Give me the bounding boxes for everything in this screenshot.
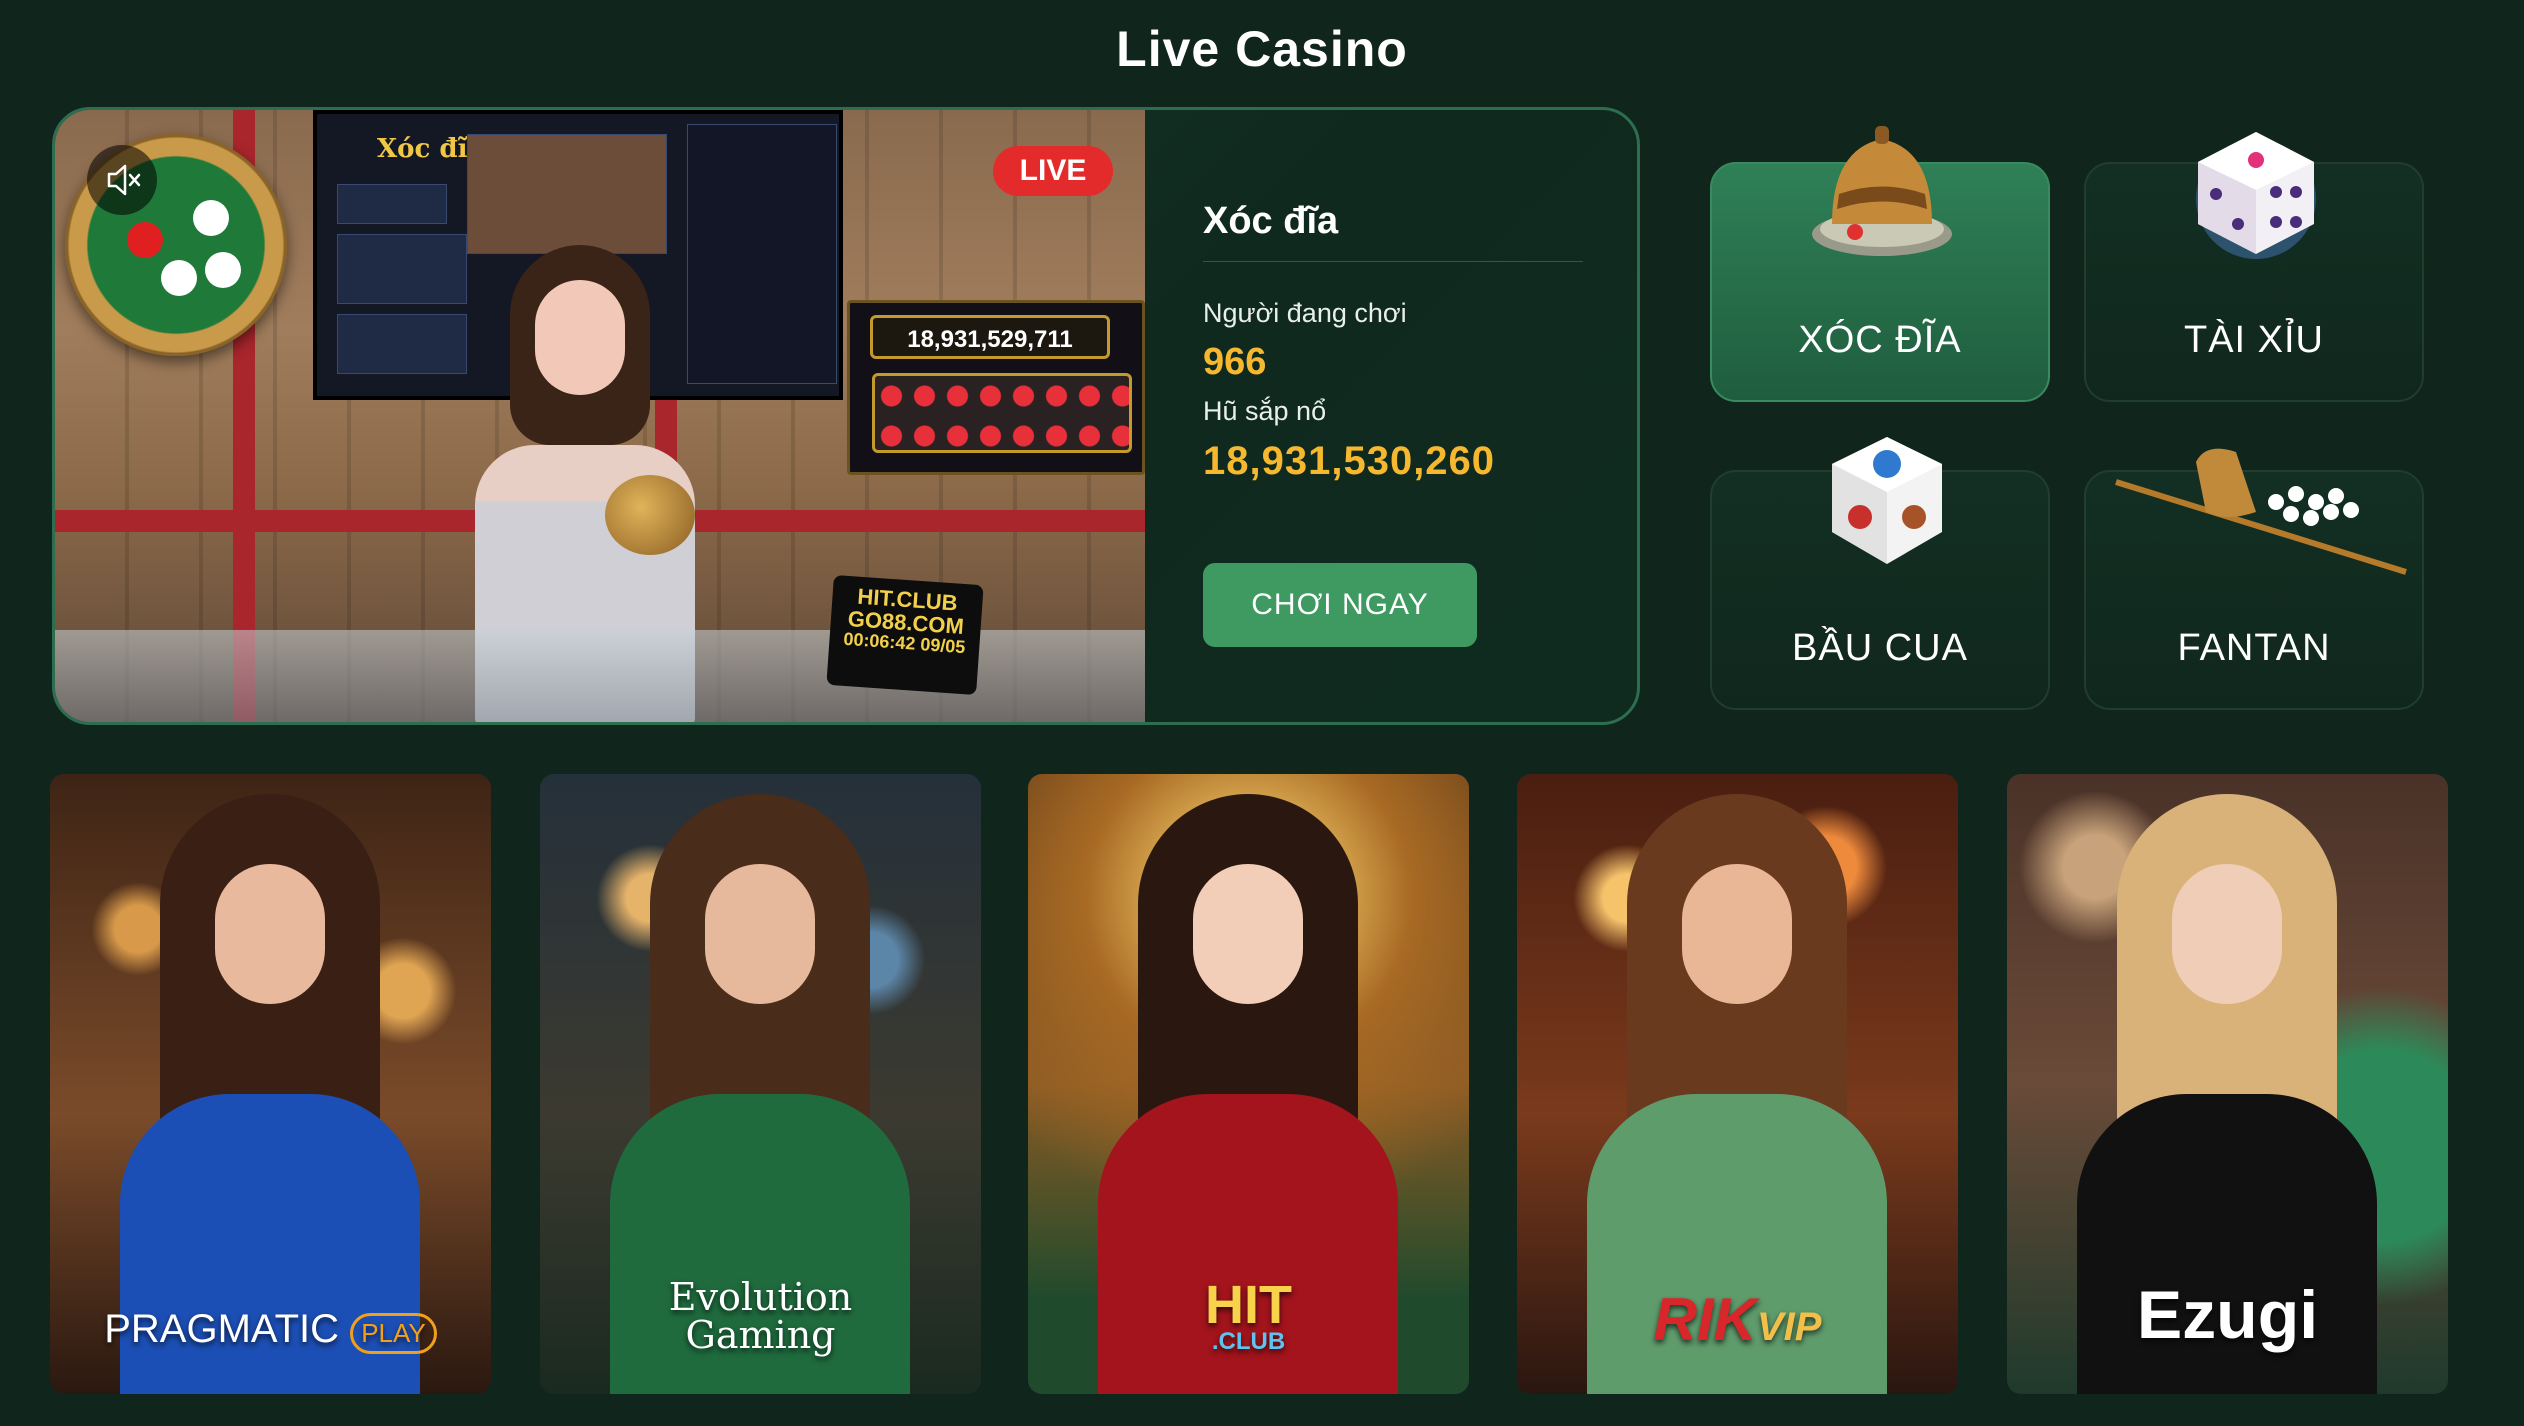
provider-logo: Ezugi	[2007, 1276, 2448, 1354]
live-badge: LIVE	[993, 146, 1113, 196]
tile-xoc-dia[interactable]: XÓC ĐĨA	[1710, 126, 2050, 402]
red-chip	[127, 222, 163, 258]
provider-logo: PRAGMATIC PLAY	[50, 1307, 491, 1354]
page-title: Live Casino	[1116, 21, 1408, 77]
tile-fantan[interactable]: FANTAN	[2084, 448, 2424, 710]
tile-tai-xiu[interactable]: TÀI XỈU	[2084, 132, 2424, 402]
white-chip	[161, 260, 197, 296]
provider-logo: RIKVIP	[1517, 1285, 1958, 1354]
live-stream-video[interactable]: Xóc đĩa 18,931,529,711 HIT.CLUB GO88.COM…	[55, 110, 1145, 722]
bau-cua-dice-icon	[1832, 437, 1942, 564]
stream-jackpot-board: 18,931,529,711	[847, 300, 1145, 475]
monitor-panel	[337, 234, 467, 304]
dice-icon	[2196, 132, 2316, 259]
provider-card-ezugi[interactable]: Ezugi	[2007, 774, 2448, 1394]
provider-card-evolution-gaming[interactable]: Evolution Gaming	[540, 774, 981, 1394]
play-now-button[interactable]: CHƠI NGAY	[1203, 563, 1477, 647]
stream-table	[55, 630, 1145, 722]
speaker-muted-icon	[107, 164, 141, 196]
stream-board-dots	[872, 373, 1132, 453]
featured-live-game-card[interactable]: Xóc đĩa 18,931,529,711 HIT.CLUB GO88.COM…	[52, 107, 1640, 725]
tile-label: TÀI XỈU	[2183, 319, 2325, 361]
stream-watermark: HIT.CLUB GO88.COM 00:06:42 09/05	[826, 574, 984, 696]
logo-text: .CLUB	[1211, 1328, 1286, 1356]
bowl-icon	[1812, 126, 1952, 256]
fantan-cup-icon	[2115, 448, 2407, 575]
logo-text: VIP	[1756, 1305, 1822, 1349]
white-chip	[205, 252, 241, 288]
stream-board-amount: 18,931,529,711	[870, 315, 1110, 359]
logo-text: PRAGMATIC	[104, 1307, 340, 1351]
mute-button[interactable]	[87, 145, 157, 215]
provider-card-pragmatic-play[interactable]: PRAGMATIC PLAY	[50, 774, 491, 1394]
provider-card-hit-club[interactable]: HIT .CLUB	[1028, 774, 1469, 1394]
players-label: Người đang chơi	[1203, 298, 1407, 328]
dealer-portrait	[120, 794, 420, 1394]
tile-label: XÓC ĐĨA	[1798, 319, 1962, 361]
game-info: Xóc đĩa Người đang chơi 966 Hũ sắp nổ 18…	[1203, 200, 1583, 484]
logo-text: Evolution	[668, 1275, 853, 1319]
logo-badge: PLAY	[350, 1313, 437, 1354]
game-title: Xóc đĩa	[1203, 200, 1583, 262]
provider-logo: HIT .CLUB	[1028, 1274, 1469, 1356]
provider-logo: Evolution Gaming	[540, 1278, 981, 1354]
logo-text: HIT	[1205, 1274, 1292, 1335]
logo-text: Ezugi	[2136, 1277, 2319, 1353]
logo-text: RIK	[1653, 1286, 1757, 1353]
monitor-video	[467, 134, 667, 254]
monitor-panel	[337, 314, 467, 374]
tile-label: BẦU CUA	[1792, 627, 1968, 669]
white-chip	[193, 200, 229, 236]
provider-card-rik-vip[interactable]: RIKVIP	[1517, 774, 1958, 1394]
jackpot-label: Hũ sắp nổ	[1203, 396, 1327, 426]
jackpot-value: 18,931,530,260	[1203, 439, 1496, 483]
logo-text: Gaming	[685, 1313, 836, 1357]
monitor-panel	[337, 184, 447, 224]
tile-bau-cua[interactable]: BẦU CUA	[1710, 437, 2050, 710]
tile-label: FANTAN	[2177, 627, 2331, 669]
players-count: 966	[1203, 341, 1267, 383]
